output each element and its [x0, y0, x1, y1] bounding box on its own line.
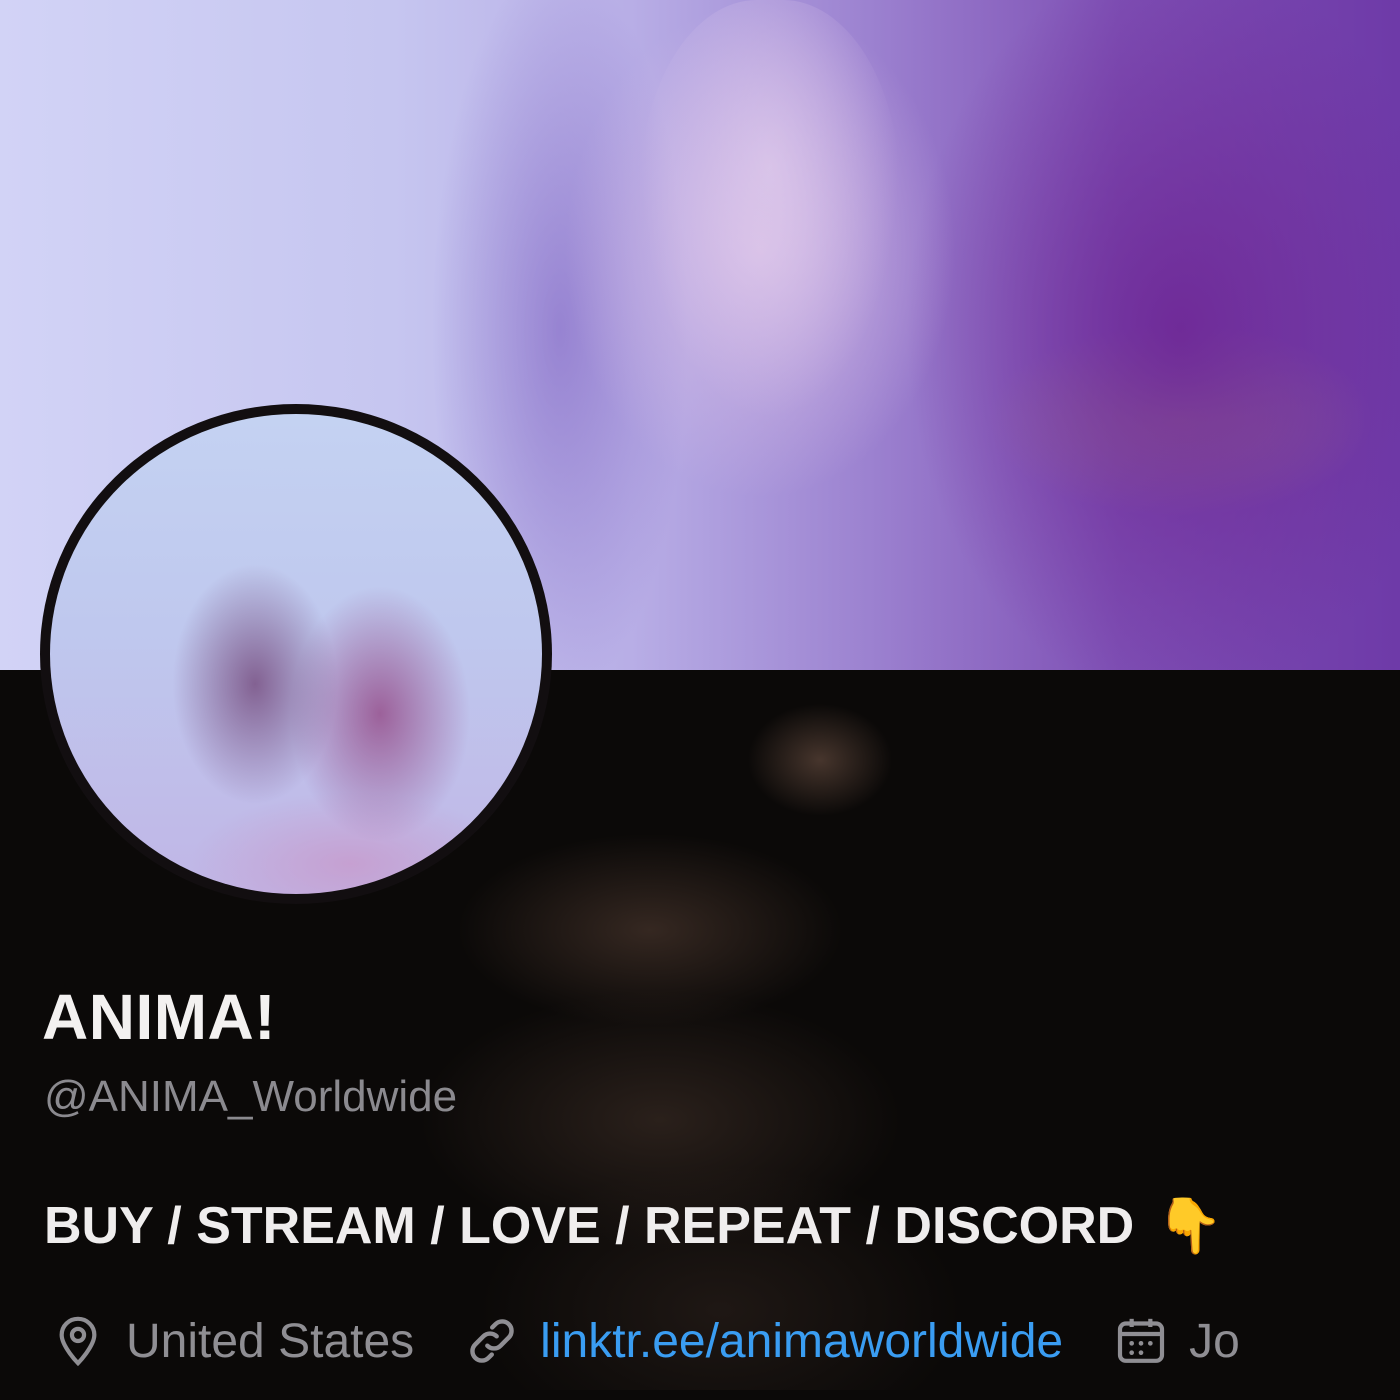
website-item[interactable]: linktr.ee/animaworldwide: [464, 1313, 1063, 1369]
joined-item: Jo: [1113, 1313, 1240, 1369]
display-name: ANIMA!: [42, 981, 277, 1053]
profile-avatar[interactable]: [40, 404, 552, 904]
location-item: United States: [50, 1313, 414, 1369]
link-icon: [470, 1319, 514, 1363]
user-handle: @ANIMA_Worldwide: [44, 1072, 458, 1121]
bio-text: BUY / STREAM / LOVE / REPEAT / DISCORD: [44, 1197, 1135, 1255]
location-text: United States: [126, 1314, 415, 1368]
avatar-photo: [50, 414, 542, 894]
joined-text: Jo: [1189, 1314, 1240, 1368]
location-pin-icon: [59, 1316, 97, 1367]
profile-screen: ANIMA! @ANIMA_Worldwide BUY / STREAM / L…: [0, 0, 1400, 1400]
website-link[interactable]: linktr.ee/animaworldwide: [540, 1314, 1063, 1369]
profile-meta-row: United States linktr.ee/animaworldwide J…: [50, 1306, 1290, 1376]
banner-face-highlight: [640, 0, 900, 420]
pointing-down-emoji: 👇: [1156, 1196, 1224, 1256]
profile-bio: BUY / STREAM / LOVE / REPEAT / DISCORD 👇: [44, 1196, 1223, 1256]
calendar-icon: [1117, 1318, 1165, 1363]
